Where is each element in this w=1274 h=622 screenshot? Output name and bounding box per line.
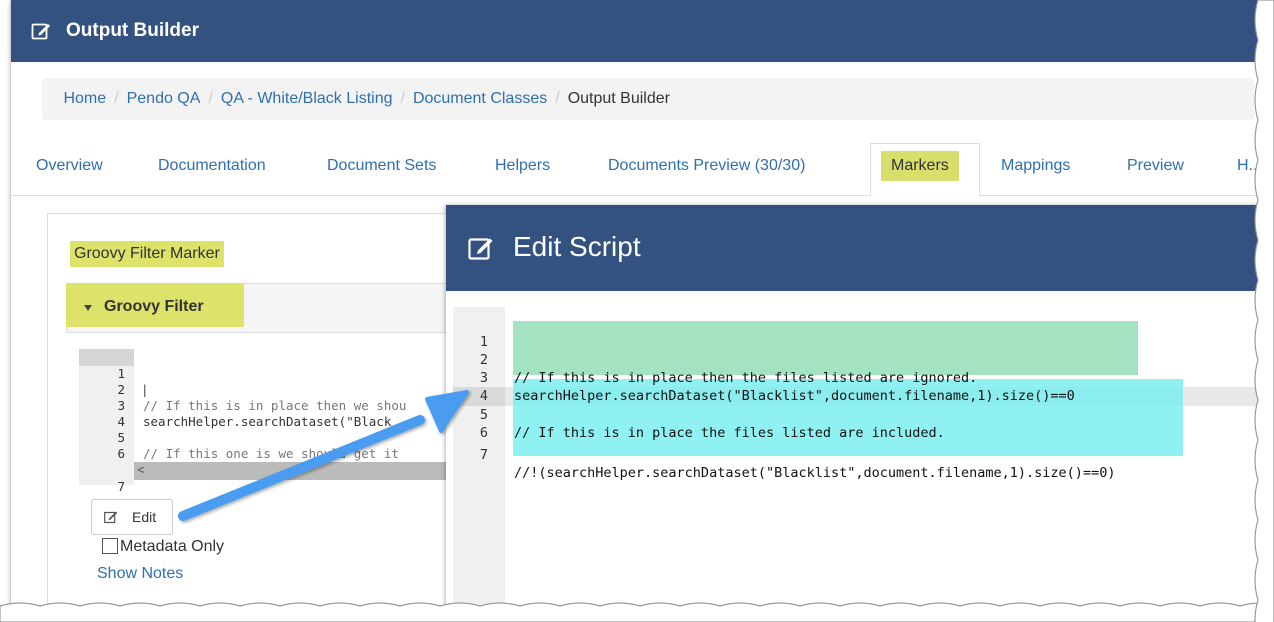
tab-helpers[interactable]: Helpers xyxy=(495,157,550,175)
tab-documentation[interactable]: Documentation xyxy=(158,157,266,175)
edit-button-label: Edit xyxy=(132,509,157,525)
mini-code-editor[interactable]: 1 | 2 // If this is in place then we sho… xyxy=(79,349,479,494)
tab-overview[interactable]: Overview xyxy=(36,157,103,175)
code-line: 7 < xyxy=(79,462,479,494)
code-text: //!(searchHelper.searchDataset("Blacklis… xyxy=(514,465,1116,481)
breadcrumb-output-builder: Output Builder xyxy=(567,90,670,107)
tab-documents-preview[interactable]: Documents Preview (30/30) xyxy=(608,157,805,175)
modal-title: Edit Script xyxy=(513,231,641,262)
breadcrumb-separator: / xyxy=(400,90,405,107)
breadcrumb-pendo-qa[interactable]: Pendo QA xyxy=(127,78,201,120)
code-line: 1 xyxy=(453,315,1263,350)
tab-preview[interactable]: Preview xyxy=(1127,157,1184,175)
metadata-only-label: Metadata Only xyxy=(120,538,225,555)
code-line: 1 | xyxy=(79,350,479,397)
metadata-only-checkbox[interactable] xyxy=(102,538,118,554)
breadcrumb: Home / Pendo QA / QA - White/Black Listing / D… xyxy=(42,78,1254,120)
breadcrumb-separator: / xyxy=(208,90,213,107)
line-number: 7 xyxy=(117,479,125,494)
app-title: Output Builder xyxy=(66,20,199,41)
code-line: 3 searchHelper.searchDataset("Blacklist"… xyxy=(453,351,1263,404)
edit-icon xyxy=(468,238,493,260)
breadcrumb-home[interactable]: Home xyxy=(63,78,106,120)
scroll-left-icon[interactable]: < xyxy=(137,462,145,480)
breadcrumb-separator: / xyxy=(114,90,119,107)
tab-bar: Overview Documentation Document Sets Hel… xyxy=(11,143,1263,197)
marker-panel: Groovy Filter Marker Groovy Filter 1 | 2… xyxy=(47,213,488,612)
tab-markers[interactable]: Markers xyxy=(881,151,959,181)
tab-history[interactable]: H... xyxy=(1237,157,1262,175)
edit-icon xyxy=(104,511,118,524)
marker-title: Groovy Filter Marker xyxy=(70,241,224,267)
line-number: 7 xyxy=(479,447,488,463)
app-window: Output Builder Home / Pendo QA / QA - White/… xyxy=(10,0,1263,612)
code-line: 2 // If this is in place then the files … xyxy=(453,333,1263,386)
code-line: 4 xyxy=(79,398,479,429)
line-number: 6 xyxy=(117,446,125,461)
code-line: 3 searchHelper.searchDataset("Black xyxy=(79,382,479,429)
code-line: 7 //!(searchHelper.searchDataset("Blackl… xyxy=(453,428,1263,481)
groovy-filter-label[interactable]: Groovy Filter xyxy=(104,298,204,316)
edit-button[interactable]: Edit xyxy=(91,499,173,535)
breadcrumb-separator: / xyxy=(555,90,560,107)
breadcrumb-qa-listing[interactable]: QA - White/Black Listing xyxy=(221,78,393,120)
modal-header: Edit Script xyxy=(446,205,1263,291)
code-line: 2 // If this is in place then we shou xyxy=(79,366,479,413)
script-code-editor[interactable]: 1 2 // If this is in place then the file… xyxy=(453,307,1263,612)
edit-script-modal: Edit Script 1 2 // If this is in place t… xyxy=(446,205,1263,612)
code-line: 6 xyxy=(79,430,479,461)
caret-down-icon[interactable] xyxy=(84,305,92,311)
app-header: Output Builder xyxy=(11,0,1263,62)
tab-mappings[interactable]: Mappings xyxy=(1001,157,1070,175)
breadcrumb-document-classes[interactable]: Document Classes xyxy=(413,78,547,120)
edit-icon xyxy=(31,23,50,40)
code-line: 4 xyxy=(453,369,1263,404)
code-text: // If this one is we should get it xyxy=(143,446,399,461)
code-line: 5 // If this is in place the files liste… xyxy=(453,388,1263,441)
tab-document-sets[interactable]: Document Sets xyxy=(327,157,436,175)
code-line: 5 // If this one is we should get it xyxy=(79,414,479,461)
show-notes-link[interactable]: Show Notes xyxy=(97,565,183,583)
code-line: 6 xyxy=(453,406,1263,441)
